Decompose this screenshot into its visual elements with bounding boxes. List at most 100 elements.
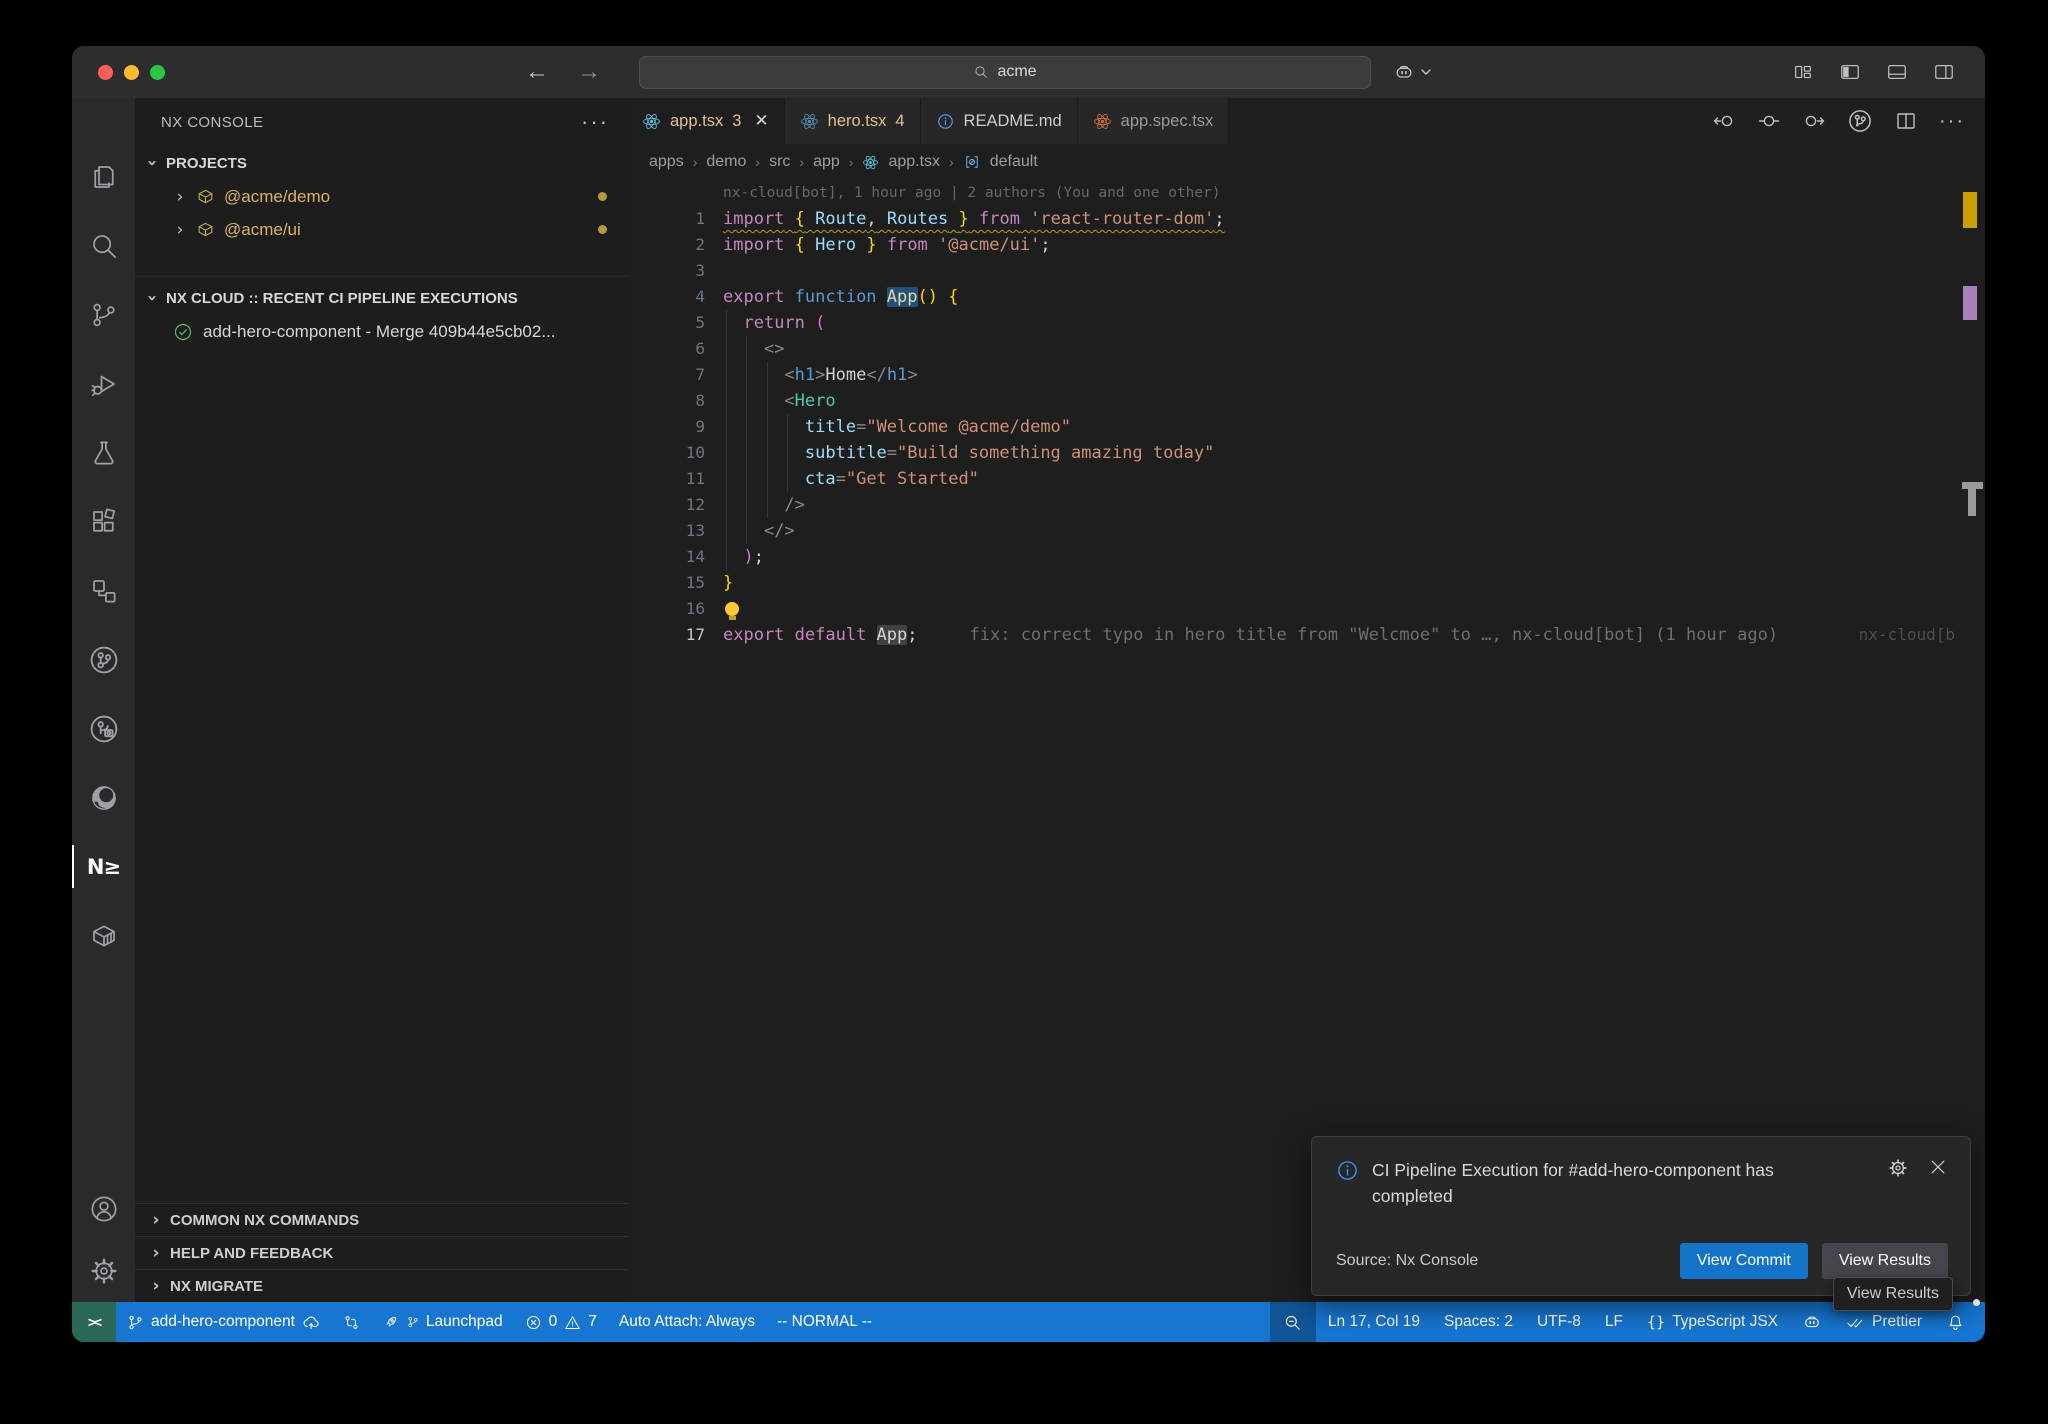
activity-gitlens-inspect[interactable]	[72, 694, 135, 763]
overview-modified-mark	[1963, 286, 1977, 320]
code-line[interactable]: 8 <Hero	[627, 388, 1985, 414]
encoding-item[interactable]: UTF-8	[1525, 1302, 1593, 1342]
eol-item[interactable]: LF	[1593, 1302, 1635, 1342]
launchpad-item[interactable]: Launchpad	[371, 1302, 514, 1342]
section-nx-migrate[interactable]: › NX MIGRATE	[135, 1269, 627, 1302]
activity-explorer[interactable]	[72, 142, 135, 211]
window-controls	[98, 65, 165, 80]
breadcrumb-item[interactable]: app	[813, 153, 840, 171]
breadcrumb-item[interactable]: app.tsx	[888, 153, 940, 171]
notification-settings-gear-icon[interactable]	[1887, 1157, 1909, 1179]
copilot-status-item[interactable]	[1790, 1302, 1834, 1342]
activity-nx-console[interactable]: N≥	[72, 832, 135, 901]
command-center-search[interactable]: acme	[639, 56, 1371, 89]
git-compare-item[interactable]	[332, 1302, 371, 1342]
code-text: subtitle="Build something amazing today"	[705, 440, 1214, 466]
copilot-icon	[1393, 61, 1415, 83]
current-change-icon[interactable]	[1757, 109, 1781, 133]
code-line[interactable]: 2import { Hero } from '@acme/ui';	[627, 232, 1985, 258]
accounts-button[interactable]	[72, 1178, 135, 1240]
code-line[interactable]: 1import { Route, Routes } from 'react-ro…	[627, 206, 1985, 232]
pipeline-execution-item[interactable]: add-hero-component - Merge 409b44e5cb02.…	[135, 315, 627, 349]
info-icon	[1336, 1159, 1359, 1182]
code-line[interactable]: 12 />	[627, 492, 1985, 518]
activity-source-control[interactable]	[72, 280, 135, 349]
copilot-icon	[1802, 1312, 1822, 1332]
branch-status-item[interactable]: add-hero-component	[116, 1302, 332, 1342]
close-tab-icon[interactable]: ✕	[754, 111, 768, 131]
zoom-indicator[interactable]	[1270, 1302, 1316, 1342]
line-number: 16	[627, 596, 705, 622]
cursor-position-item[interactable]: Ln 17, Col 19	[1316, 1302, 1432, 1342]
language-mode-item[interactable]: {} TypeScript JSX	[1635, 1302, 1790, 1342]
toggle-secondary-sidebar-icon[interactable]	[1933, 61, 1955, 83]
problems-item[interactable]: 0 7	[514, 1302, 608, 1342]
chevron-collapsed-icon: ›	[149, 1276, 163, 1296]
navigate-forward-button[interactable]: →	[577, 60, 601, 84]
copilot-menu-button[interactable]	[1393, 61, 1432, 83]
code-line[interactable]: 15}	[627, 570, 1985, 596]
activity-gitlens[interactable]	[72, 625, 135, 694]
vim-mode-item[interactable]: -- NORMAL --	[766, 1302, 883, 1342]
previous-change-icon[interactable]	[1712, 109, 1736, 133]
code-line[interactable]: 14 );	[627, 544, 1985, 570]
next-change-icon[interactable]	[1802, 109, 1826, 133]
toggle-panel-icon[interactable]	[1886, 61, 1908, 83]
section-common-nx-commands[interactable]: › COMMON NX COMMANDS	[135, 1203, 627, 1236]
tab-readme-md[interactable]: README.md	[921, 98, 1078, 144]
split-editor-icon[interactable]	[1894, 109, 1918, 133]
minimize-window-button[interactable]	[124, 65, 139, 80]
maximize-window-button[interactable]	[150, 65, 165, 80]
code-text: return (	[705, 310, 825, 336]
code-line[interactable]: 4export function App() {	[627, 284, 1985, 310]
breadcrumb-item[interactable]: default	[990, 153, 1038, 171]
view-results-button[interactable]: View Results	[1822, 1243, 1948, 1279]
error-icon	[525, 1314, 542, 1331]
activity-edge-devtools[interactable]	[72, 763, 135, 832]
project-item-acme-demo[interactable]: › @acme/demo	[135, 180, 627, 213]
code-text: title="Welcome @acme/demo"	[705, 414, 1071, 440]
breadcrumb-item[interactable]: demo	[706, 153, 746, 171]
code-line[interactable]: 16	[627, 596, 1985, 622]
sidebar-more-actions-button[interactable]: ···	[581, 109, 609, 135]
breadcrumb-item[interactable]: apps	[649, 153, 684, 171]
code-line[interactable]: 10 subtitle="Build something amazing tod…	[627, 440, 1985, 466]
gitlens-graph-icon[interactable]	[1847, 108, 1873, 134]
settings-button[interactable]	[72, 1240, 135, 1302]
more-actions-icon[interactable]: ···	[1939, 110, 1965, 133]
code-line[interactable]: 3	[627, 258, 1985, 284]
navigate-back-button[interactable]: ←	[525, 60, 549, 84]
customize-layout-icon[interactable]	[1792, 61, 1814, 83]
search-icon	[973, 64, 989, 80]
activity-containers[interactable]	[72, 901, 135, 970]
projects-section-header[interactable]: › PROJECTS	[135, 146, 627, 180]
close-window-button[interactable]	[98, 65, 113, 80]
code-area[interactable]: nx-cloud[bot], 1 hour ago | 2 authors (Y…	[627, 180, 1985, 1302]
code-line[interactable]: 17export default App;fix: correct typo i…	[627, 622, 1985, 648]
code-line[interactable]: 11 cta="Get Started"	[627, 466, 1985, 492]
indentation-item[interactable]: Spaces: 2	[1432, 1302, 1525, 1342]
remote-indicator[interactable]: ><	[72, 1302, 116, 1342]
project-item-acme-ui[interactable]: › @acme/ui	[135, 213, 627, 246]
activity-search[interactable]	[72, 211, 135, 280]
tab-hero-tsx[interactable]: hero.tsx 4	[785, 98, 921, 144]
nx-cloud-section-header[interactable]: › NX CLOUD :: RECENT CI PIPELINE EXECUTI…	[135, 281, 627, 315]
toggle-primary-sidebar-icon[interactable]	[1839, 61, 1861, 83]
auto-attach-item[interactable]: Auto Attach: Always	[608, 1302, 766, 1342]
code-line[interactable]: 9 title="Welcome @acme/demo"	[627, 414, 1985, 440]
close-icon[interactable]	[1928, 1157, 1948, 1177]
view-commit-button[interactable]: View Commit	[1680, 1243, 1808, 1279]
activity-extensions[interactable]	[72, 487, 135, 556]
breadcrumb-item[interactable]: src	[769, 153, 790, 171]
section-help-and-feedback[interactable]: › HELP AND FEEDBACK	[135, 1236, 627, 1269]
code-line[interactable]: 6 <>	[627, 336, 1985, 362]
activity-remote-explorer[interactable]	[72, 556, 135, 625]
code-line[interactable]: 13 </>	[627, 518, 1985, 544]
tab-app-spec-tsx[interactable]: app.spec.tsx	[1078, 98, 1230, 144]
lightbulb-icon[interactable]	[725, 602, 739, 616]
code-line[interactable]: 5 return (	[627, 310, 1985, 336]
activity-run-debug[interactable]	[72, 349, 135, 418]
tab-app-tsx[interactable]: app.tsx 3 ✕	[627, 98, 785, 144]
code-line[interactable]: 7 <h1>Home</h1>	[627, 362, 1985, 388]
activity-testing[interactable]	[72, 418, 135, 487]
